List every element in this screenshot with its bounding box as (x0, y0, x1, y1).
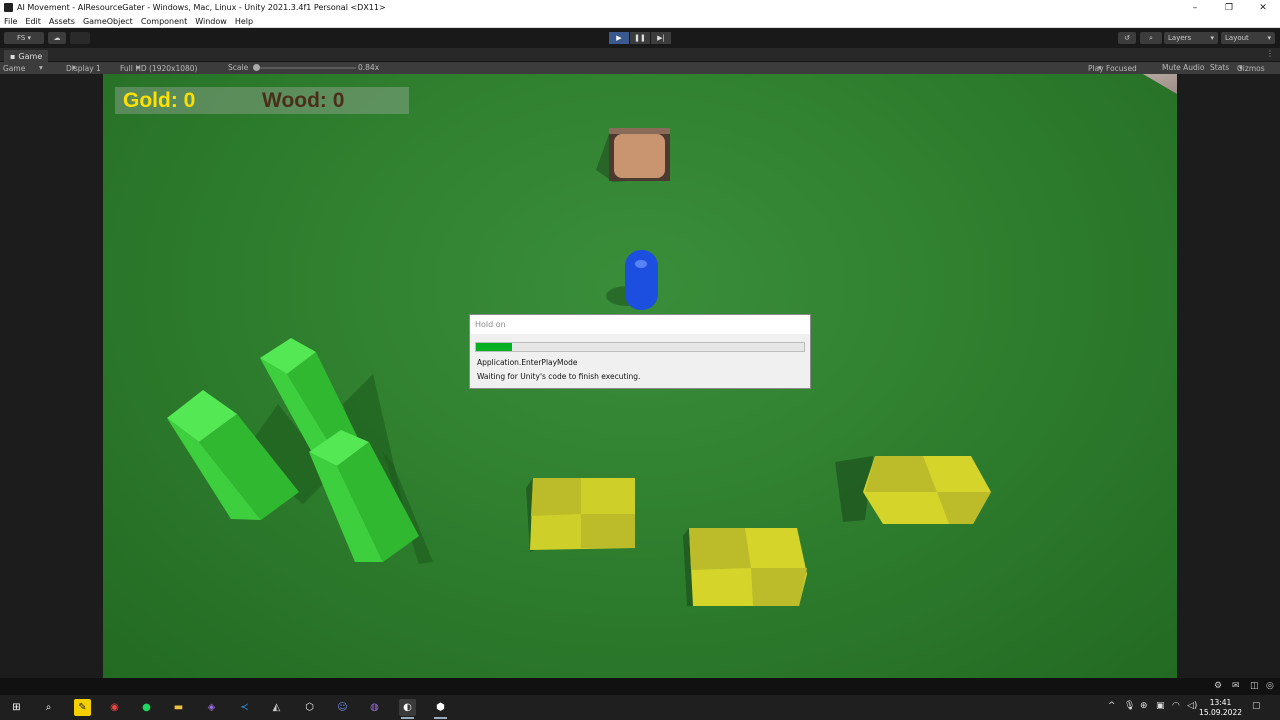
gold-counter: Gold: 0 (123, 89, 196, 112)
wood-counter: Wood: 0 (262, 89, 345, 112)
resource-hud: Gold: 0 Wood: 0 (115, 87, 409, 114)
more-options-icon[interactable]: ⋮ (1266, 49, 1274, 58)
obs-icon[interactable]: ◐ (399, 699, 416, 719)
play-focused-dropdown[interactable]: Play Focused ▾ (1088, 63, 1137, 73)
resolution-dropdown[interactable]: Full HD (1920x1080) ▾ (120, 63, 197, 73)
unity-hub-icon[interactable]: ⬡ (301, 699, 318, 716)
game-view-controls: Game ▾ Display 1 ▾ Full HD (1920x1080) ▾ Sc… (0, 62, 1280, 74)
scale-slider-handle[interactable] (253, 64, 260, 71)
close-button[interactable]: ✕ (1246, 0, 1280, 15)
notifications-icon[interactable]: ▢ (1252, 701, 1261, 711)
window-title: AI Movement - AIResourceGater - Windows,… (17, 3, 386, 12)
layers-label: Layers (1168, 34, 1192, 42)
chrome-icon[interactable]: ◉ (106, 699, 123, 716)
sticky-notes-icon[interactable]: ✎ (74, 699, 91, 716)
cloud-icon[interactable]: ☁ (48, 32, 66, 44)
progress-bar (475, 342, 805, 352)
gold-block-3 (835, 456, 991, 524)
system-clock[interactable]: 13:41 15.09.2022 (1199, 698, 1242, 718)
tray-app-icon[interactable]: ◫ (1250, 681, 1259, 691)
game-mode-dropdown[interactable]: Game ▾ (3, 63, 43, 73)
base-storage-box (596, 128, 670, 182)
history-icon[interactable]: ↺ (1118, 32, 1136, 44)
tray-app-icon[interactable]: ◎ (1266, 681, 1274, 691)
tab-game-label: Game (18, 51, 43, 61)
windows-start-icon[interactable]: ⊞ (8, 699, 25, 716)
search-icon[interactable]: ⌕ (1140, 32, 1162, 44)
layout-dropdown[interactable]: Layout ▾ (1221, 32, 1275, 44)
minimize-button[interactable]: – (1178, 0, 1212, 15)
app-icon[interactable]: ◭ (268, 699, 285, 716)
unity-editor-icon[interactable]: ⬢ (432, 699, 449, 719)
menu-help[interactable]: Help (231, 17, 257, 26)
vscode-icon[interactable]: ≺ (236, 699, 253, 716)
menu-edit[interactable]: Edit (21, 17, 45, 26)
game-mode-label: Game (3, 64, 26, 73)
visual-studio-icon[interactable]: ◈ (203, 699, 220, 716)
tray-app-icon[interactable]: ⊕ (1140, 701, 1148, 711)
menu-component[interactable]: Component (137, 17, 191, 26)
main-toolbar: FS ▾ ☁ ▶ ❚❚ ▶| ↺ ⌕ Layers ▾ Layout ▾ (0, 28, 1280, 48)
menu-file[interactable]: File (0, 17, 21, 26)
windows-taskbar: ⊞ ⌕ ✎ ◉ ● ▬ ◈ ≺ ◭ ⬡ ☺ ◍ ◐ ⬢ ^ 🎙 ⊕ ▣ ◠ ◁)… (0, 695, 1280, 720)
gizmos-dropdown[interactable]: Gizmos ▾ (1237, 63, 1265, 73)
tab-game[interactable]: ▪ Game (4, 50, 49, 62)
spotify-icon[interactable]: ● (138, 699, 155, 716)
discord-icon[interactable]: ☺ (334, 699, 351, 716)
agent-capsule (606, 250, 658, 310)
pause-button[interactable]: ❚❚ (630, 32, 650, 44)
menu-assets[interactable]: Assets (45, 17, 79, 26)
mute-audio-button[interactable]: Mute Audio (1162, 63, 1204, 72)
gizmos-label: Gizmos (1237, 64, 1265, 73)
show-hidden-icons[interactable]: ^ (1108, 701, 1116, 711)
scale-label: Scale (228, 63, 249, 72)
window-title-bar: AI Movement - AIResourceGater - Windows,… (0, 0, 1280, 15)
microphone-icon[interactable]: 🎙 (1124, 701, 1135, 711)
menu-window[interactable]: Window (191, 17, 231, 26)
tray-app-icon[interactable]: ⚙ (1214, 681, 1222, 691)
progress-step: Application.EnterPlayMode (477, 358, 578, 367)
account-dropdown[interactable]: FS ▾ (4, 32, 44, 44)
step-button[interactable]: ▶| (651, 32, 671, 44)
game-tab-icon: ▪ (10, 51, 16, 61)
display-label: Display 1 (66, 64, 101, 73)
menu-gameobject[interactable]: GameObject (79, 17, 137, 26)
gold-block-1 (526, 478, 635, 552)
gold-block-2 (683, 528, 807, 606)
scale-value: 0.84x (358, 63, 380, 72)
search-icon[interactable]: ⌕ (40, 699, 57, 716)
layout-label: Layout (1225, 34, 1249, 42)
tree-3 (309, 430, 433, 564)
file-explorer-icon[interactable]: ▬ (170, 699, 187, 716)
github-desktop-icon[interactable]: ◍ (366, 699, 383, 716)
menu-bar: File Edit Assets GameObject Component Wi… (0, 15, 1280, 28)
resolution-label: Full HD (1920x1080) (120, 64, 198, 73)
clock-time: 13:41 (1209, 698, 1232, 707)
account-label: FS (16, 34, 26, 42)
scale-slider[interactable] (256, 67, 356, 69)
tray-app-icon[interactable]: ✉ (1232, 681, 1240, 691)
clock-date: 15.09.2022 (1199, 708, 1242, 717)
progress-fill (476, 343, 513, 351)
hold-on-dialog: Hold on Application.EnterPlayMode Waitin… (469, 314, 811, 389)
stats-button[interactable]: Stats (1210, 63, 1229, 72)
tray-overflow-strip: ⚙ ✉ ◫ ◎ (0, 678, 1280, 695)
display-dropdown[interactable]: Display 1 ▾ (66, 63, 101, 73)
collab-button[interactable] (70, 32, 90, 44)
play-button[interactable]: ▶ (609, 32, 629, 44)
volume-icon[interactable]: ◁) (1187, 701, 1197, 711)
wifi-icon[interactable]: ◠ (1172, 701, 1180, 711)
tab-bar: ▪ Game ⋮ (0, 48, 1280, 62)
network-icon[interactable]: ▣ (1156, 701, 1165, 711)
maximize-button[interactable]: ❐ (1212, 0, 1246, 15)
unity-icon (4, 3, 13, 12)
dialog-title: Hold on (470, 315, 810, 334)
layers-dropdown[interactable]: Layers ▾ (1164, 32, 1218, 44)
play-focused-label: Play Focused (1088, 64, 1137, 73)
progress-message: Waiting for Unity's code to finish execu… (477, 372, 641, 381)
